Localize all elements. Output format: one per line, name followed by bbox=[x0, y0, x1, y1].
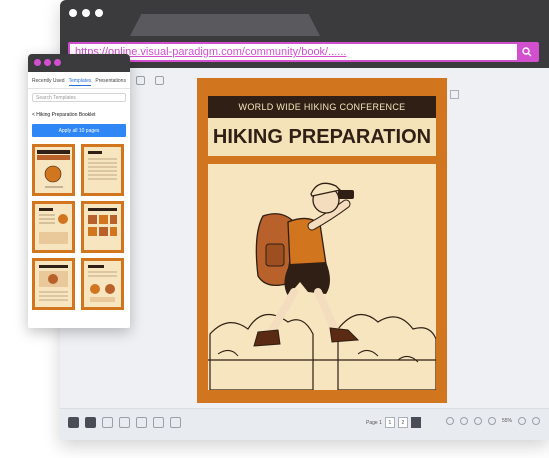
pager: Page 1 1 2 bbox=[366, 417, 421, 428]
poster-title: HIKING PREPARATION bbox=[208, 118, 436, 156]
audio-icon[interactable] bbox=[136, 417, 147, 428]
fullscreen-icon[interactable] bbox=[474, 417, 482, 425]
window-controls bbox=[69, 9, 103, 17]
browser-window: https://online.visual-paradigm.com/commu… bbox=[60, 0, 549, 440]
template-thumb[interactable] bbox=[81, 144, 124, 196]
template-thumbnails bbox=[28, 141, 130, 313]
search-icon[interactable] bbox=[517, 43, 537, 61]
single-page-view-icon[interactable] bbox=[68, 417, 79, 428]
window-dot-close[interactable] bbox=[69, 9, 77, 17]
browser-tab[interactable] bbox=[130, 14, 320, 36]
search-pages-icon[interactable] bbox=[119, 417, 130, 428]
page-total: 2 bbox=[397, 417, 408, 428]
panel-dot-maximize[interactable] bbox=[54, 59, 61, 66]
address-bar[interactable]: https://online.visual-paradigm.com/commu… bbox=[68, 42, 539, 62]
page-current[interactable]: 1 bbox=[384, 417, 395, 428]
next-page-button[interactable] bbox=[410, 417, 421, 428]
zoom-icon[interactable] bbox=[488, 417, 496, 425]
apply-all-button[interactable]: Apply all 10 pages bbox=[32, 124, 126, 137]
url-text[interactable]: https://online.visual-paradigm.com/commu… bbox=[70, 46, 517, 58]
panel-dot-minimize[interactable] bbox=[44, 59, 51, 66]
template-thumb[interactable] bbox=[32, 201, 75, 253]
grid-view-icon[interactable] bbox=[102, 417, 113, 428]
zoom-level[interactable]: 55% bbox=[502, 418, 512, 424]
zoom-out-icon[interactable] bbox=[532, 417, 541, 425]
screenshot-stage: https://online.visual-paradigm.com/commu… bbox=[0, 0, 549, 458]
video-icon[interactable] bbox=[153, 417, 164, 428]
bottom-toolbar: Page 1 1 2 55% bbox=[60, 408, 549, 440]
window-dot-minimize[interactable] bbox=[82, 9, 90, 17]
template-thumb[interactable] bbox=[81, 258, 124, 310]
template-panel-window: Recently Used Templates Presentations Se… bbox=[28, 54, 130, 328]
double-page-view-icon[interactable] bbox=[85, 417, 96, 428]
poster-page[interactable]: WORLD WIDE HIKING CONFERENCE HIKING PREP… bbox=[197, 78, 447, 403]
template-thumb[interactable] bbox=[32, 144, 75, 196]
settings-icon[interactable] bbox=[170, 417, 181, 428]
template-thumb[interactable] bbox=[32, 258, 75, 310]
poster-conference: WORLD WIDE HIKING CONFERENCE bbox=[208, 96, 436, 118]
hiker-illustration bbox=[208, 164, 436, 390]
top-toolbar bbox=[136, 76, 164, 85]
page-options-icon[interactable] bbox=[450, 90, 459, 99]
view-controls bbox=[68, 417, 181, 428]
pages-icon[interactable] bbox=[136, 76, 145, 85]
copy-icon[interactable] bbox=[155, 76, 164, 85]
tab-templates[interactable]: Templates bbox=[68, 78, 92, 86]
tab-presentations[interactable]: Presentations bbox=[95, 78, 126, 86]
window-dot-maximize[interactable] bbox=[95, 9, 103, 17]
template-thumb[interactable] bbox=[81, 201, 124, 253]
panel-titlebar bbox=[28, 54, 130, 72]
zoom-controls: 55% bbox=[446, 417, 541, 425]
panel-dot-close[interactable] bbox=[34, 59, 41, 66]
page-label: Page 1 bbox=[366, 419, 382, 426]
template-search-placeholder: Search Templates bbox=[36, 94, 76, 101]
zoom-in-icon[interactable] bbox=[518, 417, 527, 425]
panel-tabs: Recently Used Templates Presentations bbox=[28, 72, 130, 89]
tab-recently-used[interactable]: Recently Used bbox=[32, 78, 65, 86]
back-link[interactable]: < Hiking Preparation Booklet bbox=[28, 106, 130, 120]
redo-icon[interactable] bbox=[460, 417, 468, 425]
template-search-input[interactable]: Search Templates bbox=[32, 93, 126, 102]
editor-canvas: WORLD WIDE HIKING CONFERENCE HIKING PREP… bbox=[60, 68, 549, 440]
undo-icon[interactable] bbox=[446, 417, 454, 425]
